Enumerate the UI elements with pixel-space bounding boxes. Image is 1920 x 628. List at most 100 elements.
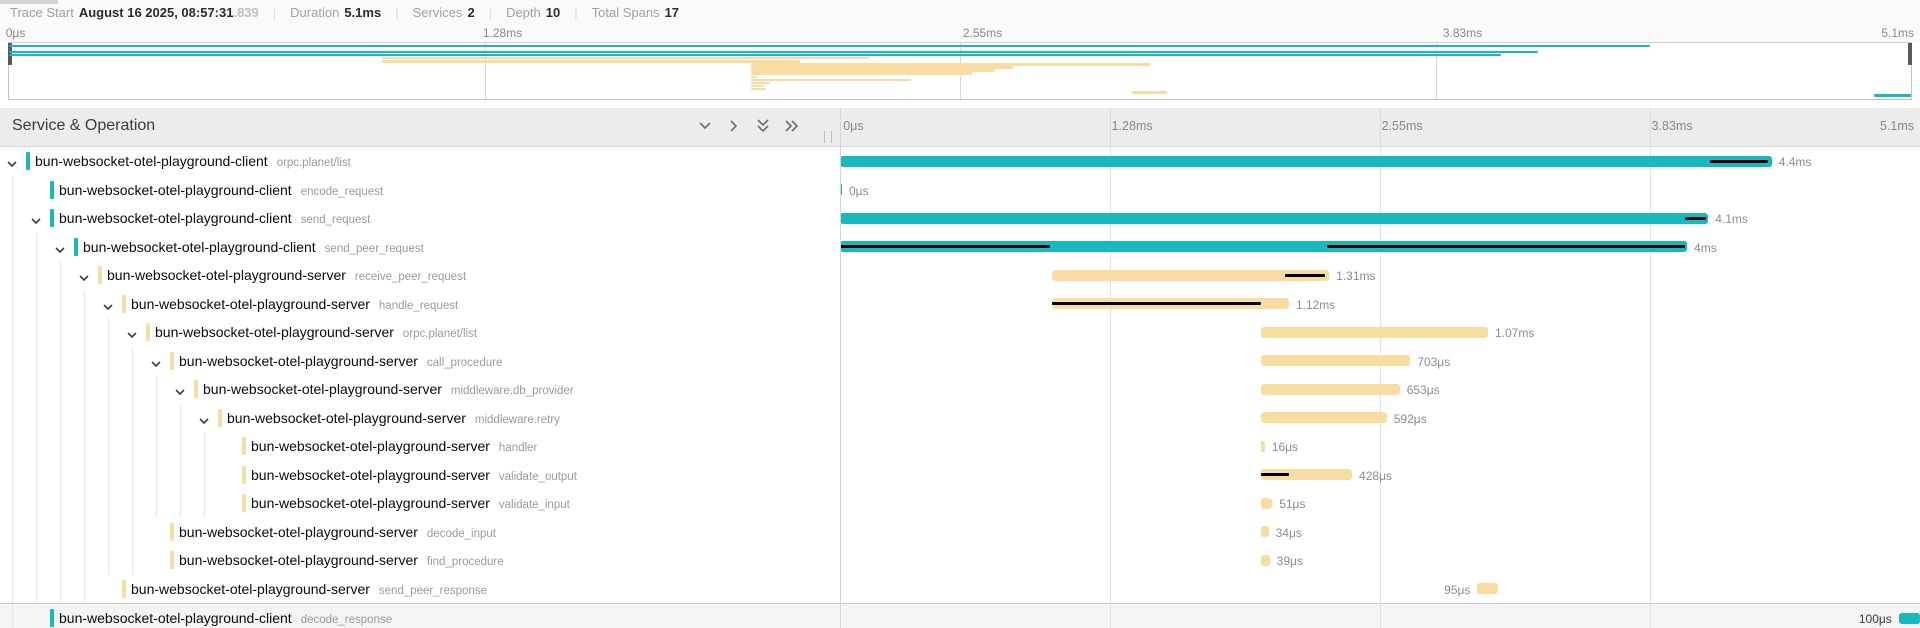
tree-guide-line (108, 546, 109, 575)
chevron-down-icon[interactable] (150, 356, 162, 374)
service-name: bun-websocket-otel-playground-serverfind… (179, 552, 504, 568)
span-duration-label: 428μs (1359, 469, 1392, 483)
span-bar[interactable] (1261, 498, 1272, 509)
tree-guide-line (60, 575, 61, 604)
span-row[interactable]: bun-websocket-otel-playground-servermidd… (0, 375, 1920, 404)
trace-start-fraction: .839 (233, 5, 258, 20)
span-row[interactable]: bun-websocket-otel-playground-serverhand… (0, 432, 1920, 461)
tree-guide-line (84, 347, 85, 376)
chevron-down-icon[interactable] (102, 299, 114, 317)
minimap-tick-label: 2.55ms (963, 26, 1002, 40)
minimap-span-bar (9, 45, 1650, 48)
tree-guide-line (156, 489, 157, 518)
tree-guide-line (60, 489, 61, 518)
operation-name: decode_input (427, 528, 496, 540)
expand-one-icon[interactable] (697, 118, 713, 134)
span-bar[interactable] (1899, 613, 1920, 624)
span-row[interactable]: bun-websocket-otel-playground-servervali… (0, 461, 1920, 490)
tree-guide-line (204, 432, 205, 461)
span-bar[interactable] (1261, 526, 1268, 537)
span-bar[interactable] (1261, 384, 1399, 395)
tree-guide-line (12, 518, 13, 547)
separator: | (395, 5, 398, 20)
chevron-down-icon[interactable] (6, 156, 18, 174)
tree-guide-line (132, 347, 133, 376)
tree-guide-line (12, 604, 13, 628)
tree-guide-line (84, 375, 85, 404)
chevron-down-icon[interactable] (126, 327, 138, 345)
timeline-tick-label: 2.55ms (1382, 119, 1423, 133)
minimap-span-bar (1874, 94, 1911, 97)
span-bar[interactable] (1261, 412, 1386, 423)
collapse-all-icon[interactable] (784, 118, 800, 134)
span-bar[interactable] (1261, 355, 1410, 366)
trace-start-label: Trace Start (10, 5, 74, 20)
total-spans-label: Total Spans (592, 5, 660, 20)
collapse-one-icon[interactable] (726, 118, 742, 134)
operation-name: receive_peer_request (355, 271, 466, 283)
span-table-header: Service & Operation 0μs1.28ms2.55ms3.83m… (0, 108, 1920, 147)
tree-guide-line (36, 261, 37, 290)
chevron-down-icon[interactable] (78, 270, 90, 288)
span-row[interactable]: bun-websocket-otel-playground-serverhand… (0, 290, 1920, 319)
service-color-marker (218, 409, 222, 427)
separator: | (273, 5, 276, 20)
depth-value: 10 (546, 5, 560, 20)
span-bar[interactable] (1261, 555, 1269, 566)
span-row[interactable]: bun-websocket-otel-playground-serverrece… (0, 261, 1920, 290)
critical-path-segment (1685, 217, 1706, 220)
service-name: bun-websocket-otel-playground-clientenco… (59, 182, 383, 198)
span-row[interactable]: bun-websocket-otel-playground-clientorpc… (0, 147, 1920, 176)
chevron-down-icon[interactable] (198, 413, 210, 431)
trace-duration: Duration 5.1ms (290, 5, 381, 20)
service-operation-header-cell: Service & Operation (0, 108, 840, 146)
span-duration-label: 100μs (1859, 612, 1892, 626)
column-resize-handle[interactable] (824, 131, 832, 143)
service-name: bun-websocket-otel-playground-serversend… (131, 581, 487, 597)
span-row[interactable]: bun-websocket-otel-playground-clientenco… (0, 176, 1920, 205)
span-row[interactable]: bun-websocket-otel-playground-clientsend… (0, 204, 1920, 233)
span-bar[interactable] (1261, 441, 1264, 452)
span-row[interactable]: bun-websocket-otel-playground-serverorpc… (0, 318, 1920, 347)
span-row[interactable]: bun-websocket-otel-playground-servervali… (0, 489, 1920, 518)
tree-guide-line (12, 489, 13, 518)
minimap-ruler: 0μs1.28ms2.55ms3.83ms5.1ms (0, 24, 1920, 42)
chevron-down-icon[interactable] (174, 384, 186, 402)
tree-guide-line (12, 461, 13, 490)
span-row[interactable]: bun-websocket-otel-playground-clientdeco… (0, 603, 1920, 628)
span-row[interactable]: bun-websocket-otel-playground-servermidd… (0, 404, 1920, 433)
tree-guide-line (36, 518, 37, 547)
span-bar[interactable] (1477, 583, 1497, 594)
operation-name: encode_request (301, 186, 383, 198)
service-color-marker (170, 551, 174, 569)
span-bar[interactable] (840, 156, 1772, 167)
span-row[interactable]: bun-websocket-otel-playground-serverfind… (0, 546, 1920, 575)
span-duration-label: 1.12ms (1296, 298, 1335, 312)
expand-all-icon[interactable] (755, 118, 771, 134)
service-color-marker (98, 266, 102, 284)
span-bar[interactable] (1261, 327, 1488, 338)
expand-collapse-controls (697, 118, 800, 134)
span-duration-label: 34μs (1276, 526, 1302, 540)
span-row[interactable]: bun-websocket-otel-playground-clientsend… (0, 233, 1920, 262)
service-name: bun-websocket-otel-playground-clientsend… (59, 210, 370, 226)
span-row[interactable]: bun-websocket-otel-playground-serverdeco… (0, 518, 1920, 547)
tree-guide-line (60, 318, 61, 347)
tree-guide-line (12, 290, 13, 319)
service-name: bun-websocket-otel-playground-serverorpc… (155, 324, 477, 340)
service-color-marker (194, 380, 198, 398)
tree-guide-line (36, 290, 37, 319)
minimap-span-bar (751, 88, 766, 91)
tree-guide-line (132, 404, 133, 433)
trace-minimap[interactable] (8, 42, 1912, 100)
tree-guide-line (36, 489, 37, 518)
critical-path-segment (840, 245, 1050, 248)
minimap-right-handle[interactable] (1908, 43, 1912, 65)
span-row[interactable]: bun-websocket-otel-playground-servercall… (0, 347, 1920, 376)
chevron-down-icon[interactable] (30, 213, 42, 231)
minimap-tick-label: 0μs (6, 26, 26, 40)
chevron-down-icon[interactable] (54, 242, 66, 260)
span-row[interactable]: bun-websocket-otel-playground-serversend… (0, 575, 1920, 604)
tree-guide-line (12, 233, 13, 262)
span-bar[interactable] (840, 213, 1708, 224)
